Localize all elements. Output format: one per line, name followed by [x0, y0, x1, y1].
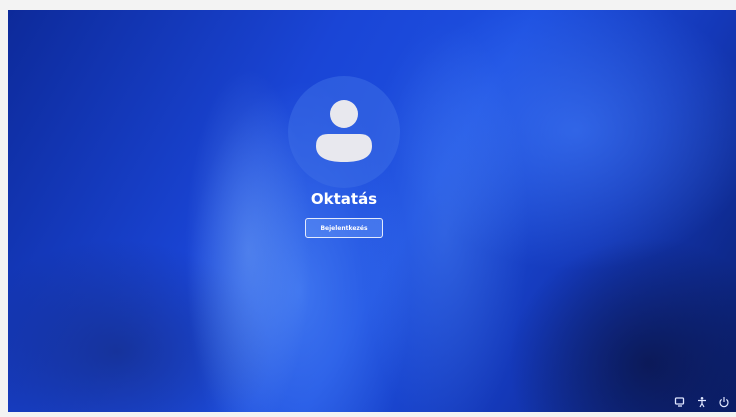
system-tray [674, 396, 730, 408]
sign-in-button[interactable]: Bejelentkezés [305, 218, 383, 238]
network-icon[interactable] [674, 396, 686, 408]
accessibility-icon[interactable] [696, 396, 708, 408]
power-icon[interactable] [718, 396, 730, 408]
user-name: Oktatás [310, 190, 378, 208]
user-icon [316, 100, 372, 162]
user-avatar [288, 76, 400, 188]
photo-frame: Oktatás Bejelentkezés [0, 0, 736, 417]
lock-screen: Oktatás Bejelentkezés [8, 10, 736, 412]
